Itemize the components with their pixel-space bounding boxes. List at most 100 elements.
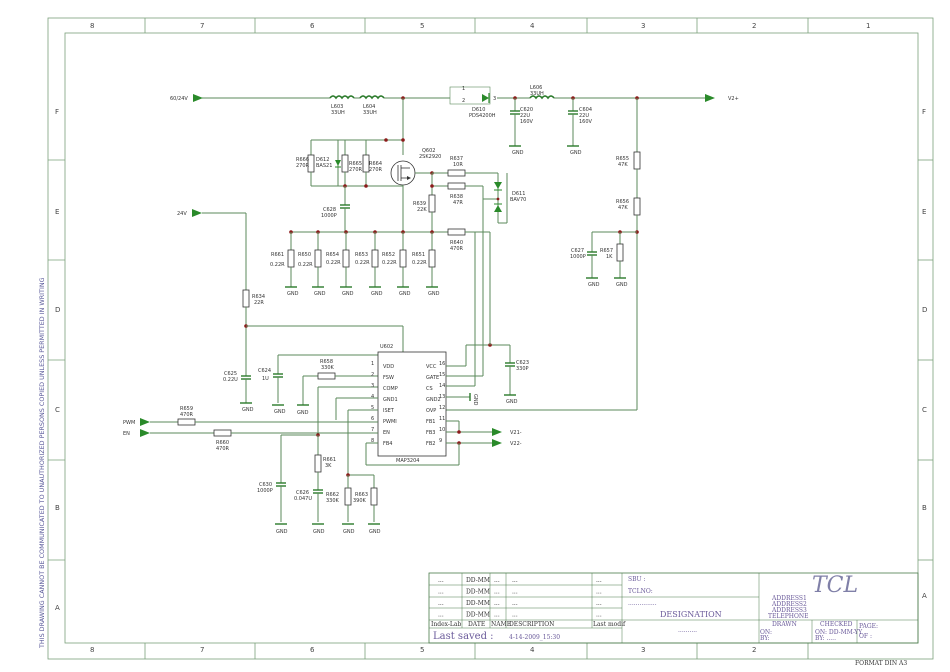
row-ruler: F E D C B A F E D C B A bbox=[48, 108, 933, 612]
svg-text:47K: 47K bbox=[618, 162, 628, 168]
rev-date: DD-MM bbox=[466, 577, 490, 584]
ic-pin-name: ISET bbox=[383, 408, 395, 414]
en-arrow-icon bbox=[140, 429, 150, 437]
svg-text:DRAWN: DRAWN bbox=[772, 621, 797, 628]
col-label: 4 bbox=[530, 646, 535, 654]
svg-text:...............: ............... bbox=[628, 600, 657, 607]
svg-text:R654: R654 bbox=[326, 252, 339, 258]
svg-text:270R: 270R bbox=[349, 167, 363, 173]
svg-text:3K: 3K bbox=[325, 463, 332, 469]
ic-pin-number: 10 bbox=[439, 427, 445, 433]
svg-text:OF :: OF : bbox=[859, 633, 872, 640]
d610-val: PDS4200H bbox=[469, 113, 496, 119]
v22-arrow-icon bbox=[492, 439, 502, 447]
ic-pin-number: 15 bbox=[439, 372, 445, 378]
ic-pin-number: 3 bbox=[371, 383, 374, 389]
svg-text:Index-Lab: Index-Lab bbox=[431, 621, 461, 628]
schematic-canvas: 8 7 6 5 4 3 2 1 8 7 6 5 4 3 2 F E D C B … bbox=[38, 17, 934, 667]
svg-text:TCLNO:: TCLNO: bbox=[628, 588, 653, 595]
svg-text:0.22R: 0.22R bbox=[298, 262, 313, 268]
svg-text:470R: 470R bbox=[180, 412, 194, 418]
svg-text:0.22R: 0.22R bbox=[270, 262, 285, 268]
svg-text:1U: 1U bbox=[262, 376, 269, 382]
svg-text:R661: R661 bbox=[271, 252, 284, 258]
rev-index: ... bbox=[438, 600, 444, 607]
svg-text:2: 2 bbox=[462, 98, 465, 104]
ic-pin-number: 16 bbox=[439, 361, 445, 367]
v21-arrow-icon bbox=[492, 428, 502, 436]
svg-text:GND: GND bbox=[297, 410, 309, 416]
rev-date: DD-MM bbox=[466, 612, 490, 619]
ic-pin-number: 12 bbox=[439, 405, 445, 411]
svg-text:GND: GND bbox=[570, 150, 582, 156]
svg-text:390K: 390K bbox=[353, 498, 367, 504]
ic-left-nets: PWM R659470R EN R660470R GND C6301000P R… bbox=[123, 397, 381, 535]
ic-pin-number: 13 bbox=[439, 394, 445, 400]
svg-text:BY: .....: BY: ..... bbox=[815, 635, 836, 642]
svg-text:270R: 270R bbox=[296, 163, 310, 169]
svg-text:Last modif: Last modif bbox=[593, 621, 626, 628]
svg-text:GND: GND bbox=[314, 291, 326, 297]
svg-text:GND: GND bbox=[588, 282, 600, 288]
ic-u602: U602 MAP3204 VDD1FSW2COMP3GND14ISET5PWMI… bbox=[371, 344, 447, 464]
svg-text:1000P: 1000P bbox=[257, 488, 273, 494]
row-label: F bbox=[922, 108, 926, 116]
svg-text:GND: GND bbox=[616, 282, 628, 288]
ic-pin-number: 6 bbox=[371, 416, 374, 422]
svg-text:1000P: 1000P bbox=[570, 254, 586, 260]
inner-border bbox=[64, 32, 919, 644]
svg-text:SBU :: SBU : bbox=[628, 576, 646, 583]
ic-pin-name: GATE bbox=[426, 375, 439, 381]
svg-text:0.22R: 0.22R bbox=[355, 260, 370, 266]
rev-name: ... bbox=[494, 612, 500, 619]
net-60-24v: 60/24V bbox=[170, 96, 188, 102]
svg-text:DESCRIPTION: DESCRIPTION bbox=[509, 621, 554, 628]
ic-pin-name: CS bbox=[426, 386, 433, 392]
svg-text:10R: 10R bbox=[453, 162, 463, 168]
svg-text:BY:: BY: bbox=[760, 635, 770, 642]
side-notice: THIS DRAWING CANNOT BE COMMUNICATED TO U… bbox=[38, 277, 46, 649]
svg-text:V21-: V21- bbox=[510, 430, 522, 436]
ic-pin-number: 11 bbox=[439, 416, 445, 422]
svg-text:1000P: 1000P bbox=[321, 213, 337, 219]
svg-text:BAV70: BAV70 bbox=[510, 197, 526, 203]
svg-text:GND: GND bbox=[342, 291, 354, 297]
ic-pin-name: FB2 bbox=[426, 441, 436, 447]
svg-text:R652: R652 bbox=[382, 252, 395, 258]
l603-val: 33UH bbox=[331, 110, 345, 116]
gate-driver: R666 270R D612 BAS21 R665 270R R664 270R… bbox=[296, 98, 526, 386]
svg-text:R650: R650 bbox=[298, 252, 311, 258]
row-label: A bbox=[922, 592, 927, 600]
svg-text:GND: GND bbox=[343, 529, 355, 535]
ic-pin-name: VCC bbox=[426, 364, 437, 370]
svg-text:R653: R653 bbox=[355, 252, 368, 258]
svg-text:4-14-2009_15:30: 4-14-2009_15:30 bbox=[509, 634, 560, 641]
svg-text:1K: 1K bbox=[606, 254, 613, 260]
ic-pin-number: 4 bbox=[371, 394, 374, 400]
svg-text:DATE: DATE bbox=[468, 621, 485, 628]
net-v2plus: V2+ bbox=[728, 96, 739, 102]
col-label: 6 bbox=[310, 22, 315, 30]
col-label: 3 bbox=[641, 22, 645, 30]
input-24v-arrow-icon bbox=[192, 209, 202, 217]
ic-pin-number: 9 bbox=[439, 438, 442, 444]
l606-val: 33UH bbox=[530, 91, 544, 97]
rev-desc: ... bbox=[512, 577, 518, 584]
ic-pin-name: OVP bbox=[426, 408, 436, 414]
col-label: 5 bbox=[420, 646, 424, 654]
svg-text:GND: GND bbox=[472, 394, 478, 406]
svg-text:470R: 470R bbox=[450, 246, 464, 252]
ic-pin-name: GND1 bbox=[383, 397, 398, 403]
rev-modif: ... bbox=[596, 577, 602, 584]
svg-text:U602: U602 bbox=[380, 344, 393, 350]
svg-text:330P: 330P bbox=[516, 366, 529, 372]
svg-text:GND: GND bbox=[371, 291, 383, 297]
svg-text:47K: 47K bbox=[618, 205, 628, 211]
svg-text:3: 3 bbox=[493, 96, 496, 102]
input-arrow-icon bbox=[193, 94, 203, 102]
svg-text:C624: C624 bbox=[258, 368, 271, 374]
rev-modif: ... bbox=[596, 589, 602, 596]
format-label: FORMAT DIN A3 bbox=[855, 660, 907, 667]
rev-modif: ... bbox=[596, 600, 602, 607]
pwm-arrow-icon bbox=[140, 418, 150, 426]
